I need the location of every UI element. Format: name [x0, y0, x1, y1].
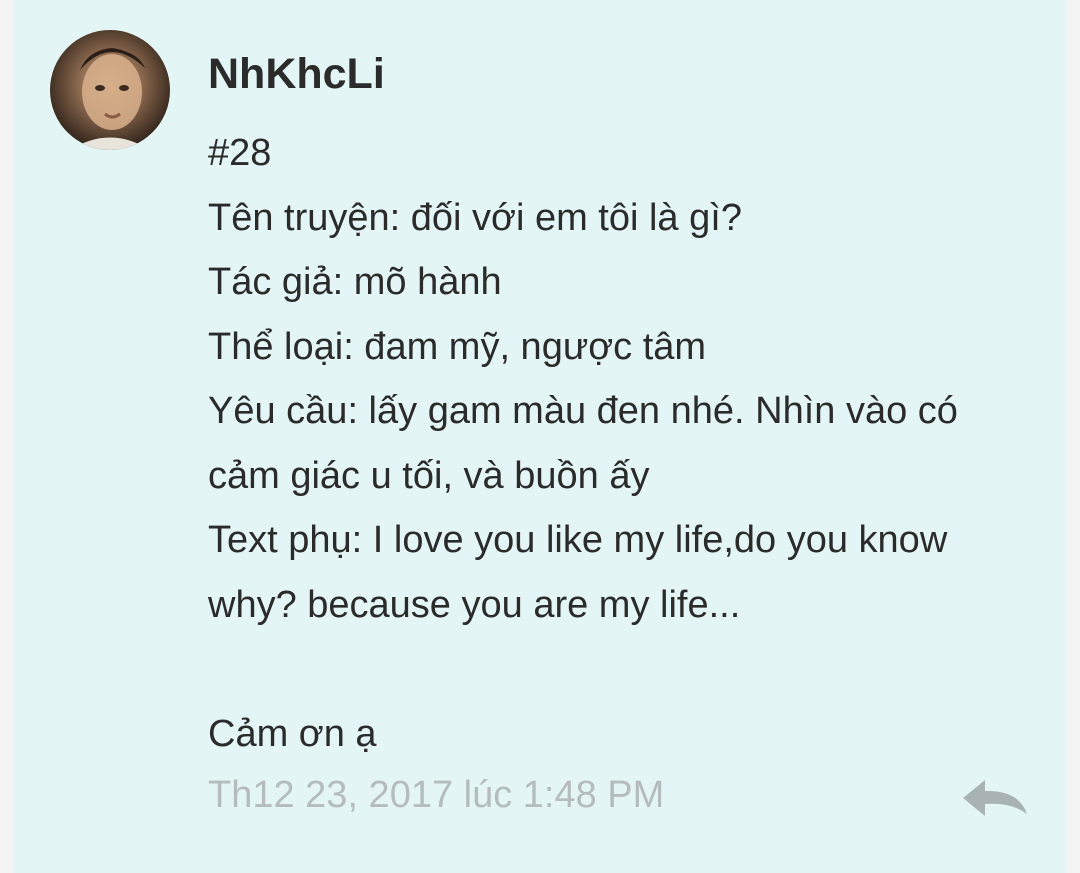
comment-line: why? because you are my life...: [208, 583, 741, 626]
reply-button[interactable]: [961, 776, 1031, 820]
user-avatar[interactable]: [50, 30, 170, 150]
comment-line: cảm giác u tối, và buồn ấy: [208, 454, 650, 497]
reply-arrow-icon: [963, 780, 1027, 816]
comment-card: NhKhcLi #28 Tên truyện: đối với em tôi l…: [13, 0, 1065, 873]
comment-line: Tác giả: mõ hành: [208, 261, 502, 303]
comment-author[interactable]: NhKhcLi: [208, 50, 385, 99]
comment-line: Tên truyện: đối với em tôi là gì?: [208, 196, 742, 239]
comment-line: Thể loại: đam mỹ, ngược tâm: [208, 325, 707, 368]
comment-line: Text phụ: I love you like my life,do you…: [208, 519, 948, 561]
comment-closing: Cảm ơn ạ: [208, 712, 377, 755]
comment-line: Yêu cầu: lấy gam màu đen nhé. Nhìn vào c…: [208, 390, 958, 432]
comment-line: #28: [208, 132, 272, 174]
avatar-photo-icon: [70, 48, 150, 150]
comment-timestamp: Th12 23, 2017 lúc 1:48 PM: [208, 774, 665, 816]
comment-body: #28 Tên truyện: đối với em tôi là gì? Tá…: [208, 121, 1048, 766]
